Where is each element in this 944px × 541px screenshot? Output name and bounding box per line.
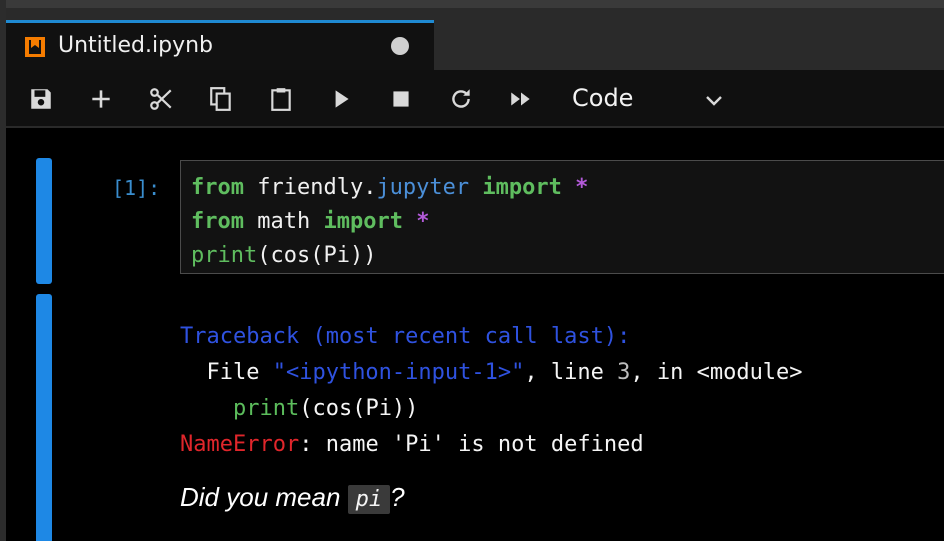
copy-icon [210, 87, 231, 111]
unsaved-dot-icon[interactable] [391, 37, 409, 55]
code-line-1: from friendly.jupyter import * [191, 175, 589, 200]
cell-collapser[interactable] [36, 158, 52, 284]
add-cell-button[interactable] [86, 84, 116, 114]
add-icon [92, 90, 110, 108]
run-all-icon [511, 92, 530, 106]
restart-icon [452, 89, 470, 108]
copy-button[interactable] [206, 84, 236, 114]
save-button[interactable] [26, 84, 56, 114]
traceback-header: Traceback (most recent call last): [180, 324, 631, 349]
input-prompt: [1]: [112, 176, 161, 200]
paste-button[interactable] [266, 84, 296, 114]
cut-icon [150, 88, 172, 110]
window-top-strip [0, 0, 944, 8]
output-collapser[interactable] [36, 294, 52, 541]
notebook-toolbar: Code [6, 70, 944, 128]
run-button[interactable] [326, 84, 356, 114]
hint-suggestion: pi [347, 485, 391, 514]
tab-bar: Untitled.ipynb [6, 8, 944, 78]
error-line: NameError: name 'Pi' is not defined [180, 432, 644, 457]
traceback-file-line: File "<ipython-input-1>", line 3, in <mo… [180, 360, 803, 385]
code-line-3: print(cos(Pi)) [191, 243, 377, 268]
tab-title: Untitled.ipynb [58, 33, 214, 58]
stop-button[interactable] [386, 84, 416, 114]
code-editor[interactable]: from friendly.jupyter import * from math… [180, 160, 944, 274]
cell-type-label: Code [572, 84, 634, 112]
cell-type-select[interactable]: Code [566, 82, 736, 116]
run-icon [335, 90, 349, 108]
save-icon [31, 89, 51, 109]
code-line-2: from math import * [191, 209, 430, 234]
run-all-button[interactable] [506, 84, 536, 114]
notebook-icon [24, 36, 46, 58]
chevron-down-icon [702, 88, 726, 112]
restart-button[interactable] [446, 84, 476, 114]
stop-icon [393, 91, 409, 107]
cut-button[interactable] [146, 84, 176, 114]
did-you-mean-hint: Did you mean pi? [180, 482, 405, 514]
traceback-source-line: print(cos(Pi)) [232, 396, 419, 421]
paste-icon [271, 88, 291, 111]
